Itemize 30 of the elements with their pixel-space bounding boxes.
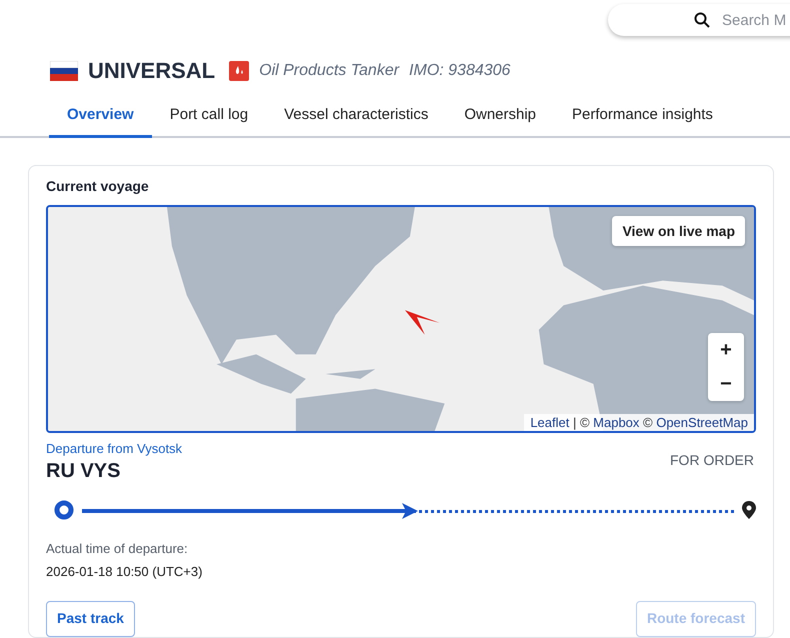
tab[interactable]: Performance insights (554, 97, 731, 138)
vessel-name: UNIVERSAL (88, 58, 216, 84)
oil-drop-icon (229, 61, 250, 82)
attribution-text: | © (572, 415, 591, 430)
live-map-button[interactable]: View on live map (612, 216, 745, 246)
tab[interactable]: Vessel characteristics (266, 97, 446, 138)
vessel-type: Oil Products Tanker (259, 62, 400, 80)
tab[interactable]: Port call log (152, 97, 266, 138)
location-pin-icon (742, 501, 756, 519)
origin-marker-icon (54, 500, 74, 520)
tab[interactable]: Overview (49, 97, 152, 138)
card-title: Current voyage (46, 178, 150, 194)
past-track-button[interactable]: Past track (46, 601, 135, 637)
origin-port: RU VYS (46, 460, 120, 483)
destination: FOR ORDER (670, 452, 754, 468)
zoom-out-button[interactable]: − (708, 367, 744, 401)
attribution-link[interactable]: Leaflet (530, 415, 570, 430)
departure-label: Departure from Vysotsk (46, 441, 184, 456)
zoom-in-button[interactable]: + (708, 333, 744, 367)
attribution-link[interactable]: Mapbox (593, 415, 640, 430)
map[interactable]: View on live map + − Leaflet | © Mapbox © OpenStreetMap (46, 205, 756, 433)
attribution-text: © (642, 415, 654, 430)
flag-icon (50, 61, 78, 82)
imo-number: IMO: 9384306 (409, 62, 510, 80)
tab[interactable]: Ownership (446, 97, 554, 138)
departure-time: 2026-01-18 10:50 (UTC+3) (46, 564, 204, 579)
search-field[interactable]: Search M (720, 10, 790, 30)
search-icon (694, 12, 710, 28)
attribution-link[interactable]: OpenStreetMap (656, 415, 748, 430)
departure-time-label: Actual time of departure: (46, 541, 189, 556)
